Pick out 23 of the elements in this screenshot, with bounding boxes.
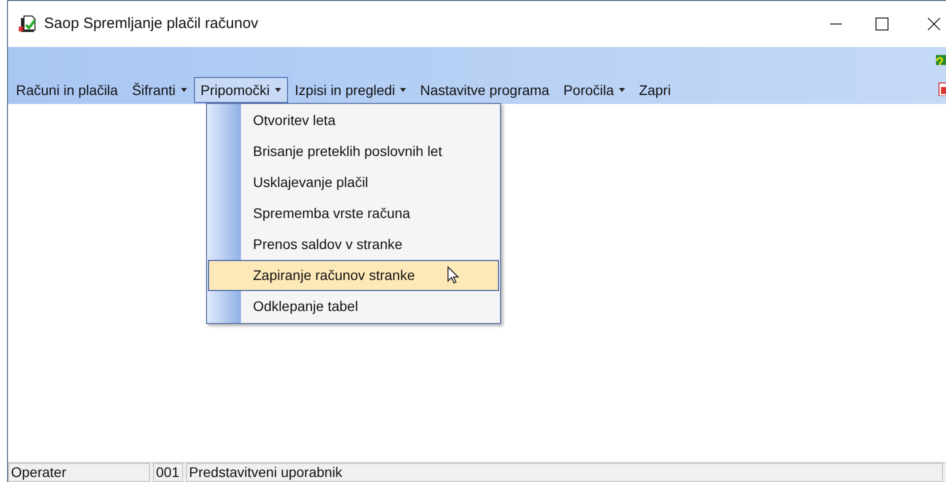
menu-item[interactable]: Šifranti [124,77,194,103]
menu-item[interactable]: Zapri [632,77,678,103]
menu-entry[interactable]: Brisanje preteklih poslovnih let [208,136,499,167]
menu-item[interactable]: Računi in plačila [9,77,125,103]
menu-item[interactable]: Poročila [556,77,632,103]
menu-entry[interactable]: Usklajevanje plačil [208,167,499,198]
status-panel: 001 [153,463,183,482]
menu-entry[interactable]: Otvoritev leta [208,105,499,136]
menu-item[interactable]: Izpisi in pregledi [288,77,414,103]
maximize-icon[interactable] [875,17,889,31]
menu-entry[interactable]: Sprememba vrste računa [208,198,499,229]
menu-entry[interactable]: Odklepanje tabel [208,291,499,322]
status-panel: Operater [8,463,150,482]
menu-item[interactable]: Nastavitve programa [413,77,556,103]
cursor-icon [447,266,459,284]
window-title: Saop Spremljanje plačil računov [44,14,258,34]
menu-item[interactable]: Pripomočki [194,77,288,103]
menu-entry[interactable]: Zapiranje računov stranke [208,260,499,291]
menu-entry[interactable]: Prenos saldov v stranke [208,229,499,260]
app-logo-icon [17,14,39,34]
status-panel: Predstavitveni uporabnik [186,463,943,482]
close-icon[interactable] [927,17,941,31]
exit-icon[interactable] [938,82,946,96]
